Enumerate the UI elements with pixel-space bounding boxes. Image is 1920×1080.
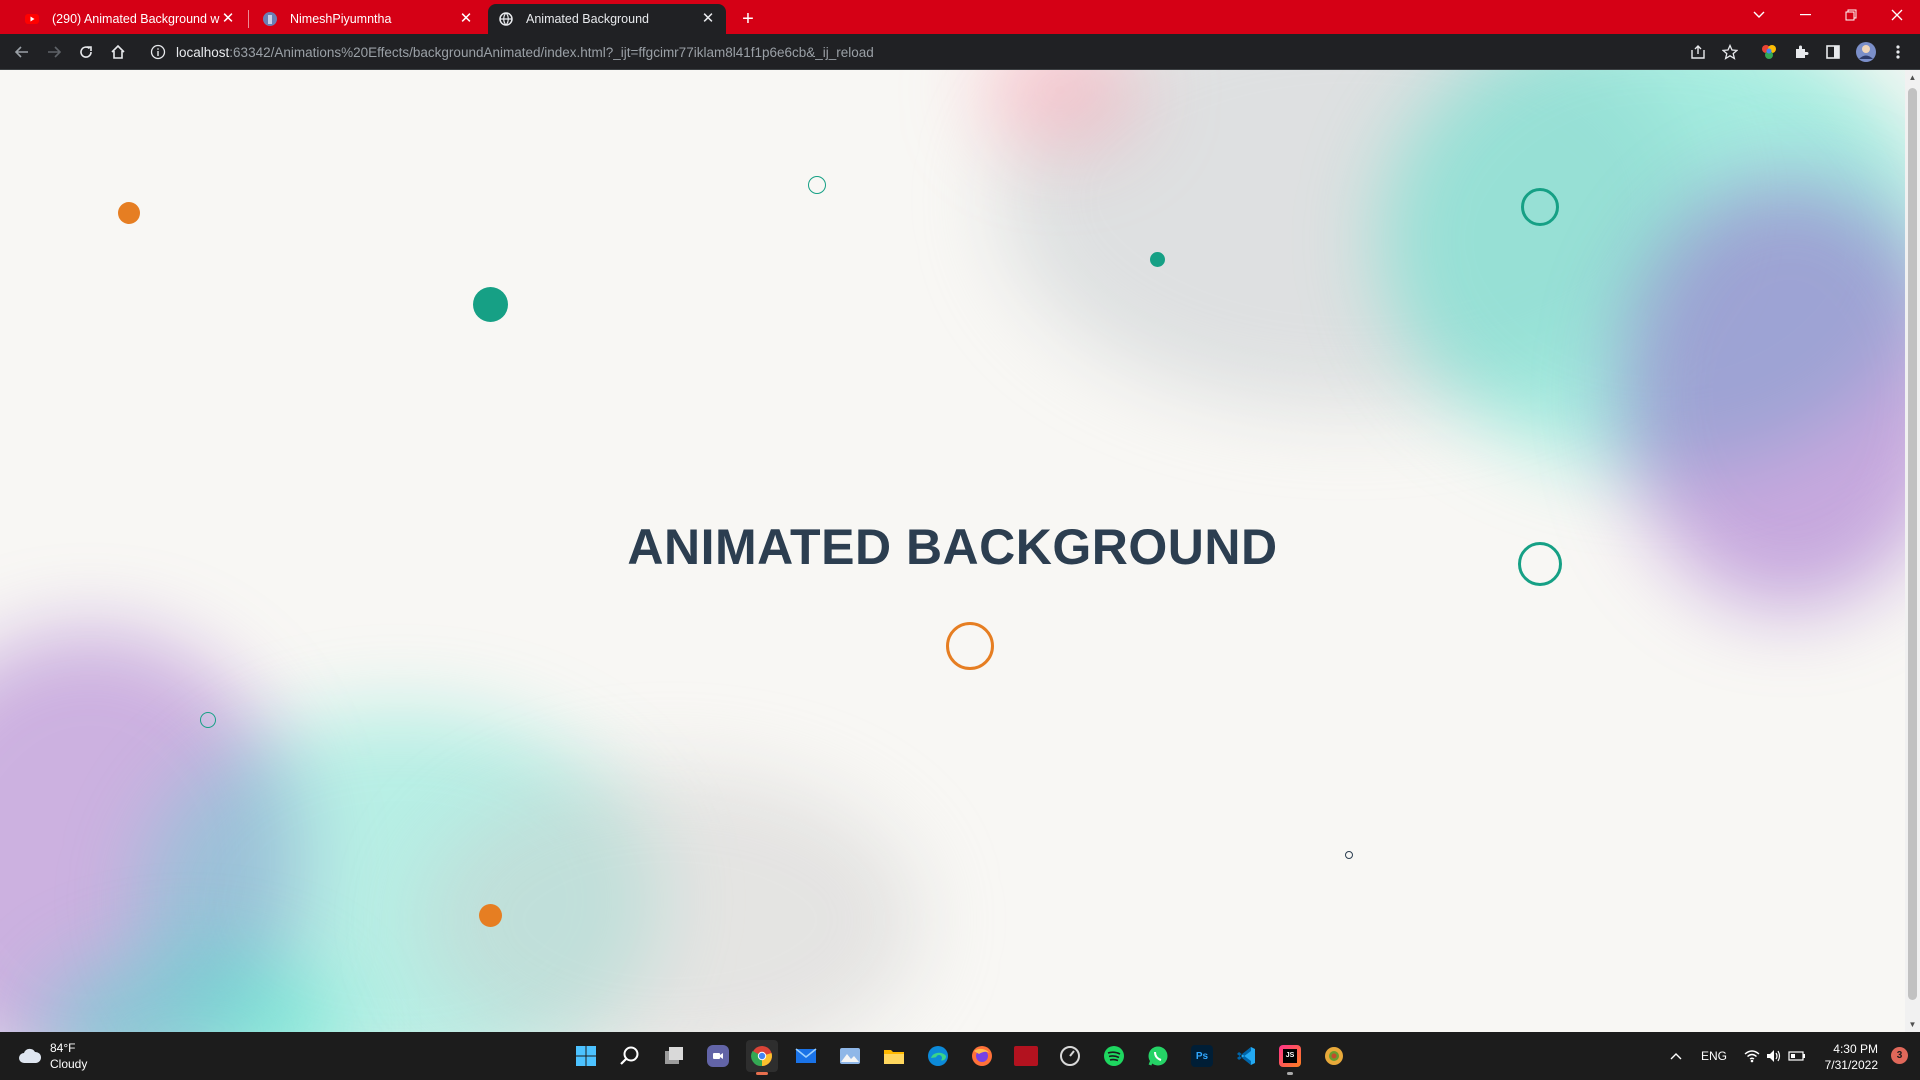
- browser-toolbar: localhost:63342/Animations%20Effects/bac…: [0, 34, 1920, 70]
- weather-temperature: 84°F: [50, 1041, 76, 1055]
- tab-strip: (290) Animated Background with ✕ NimeshP…: [0, 0, 1920, 34]
- youtube-icon: [24, 11, 40, 27]
- volume-icon: [1767, 1050, 1781, 1062]
- menu-icon[interactable]: [1889, 43, 1907, 61]
- weather-widget[interactable]: 84°F Cloudy: [18, 1040, 87, 1072]
- system-tray[interactable]: [1744, 1032, 1806, 1080]
- cloud-icon: [19, 1048, 42, 1063]
- speedtest-icon[interactable]: [1054, 1040, 1086, 1072]
- scroll-thumb[interactable]: [1908, 88, 1917, 1000]
- teams-chat-icon[interactable]: [702, 1040, 734, 1072]
- app-chrome-canary-icon[interactable]: [1318, 1040, 1350, 1072]
- webstorm-icon[interactable]: JS: [1274, 1040, 1306, 1075]
- github-icon: [262, 11, 278, 27]
- tab-title: NimeshPiyumntha: [290, 12, 392, 26]
- teal-ring: [1521, 188, 1559, 226]
- info-icon[interactable]: [150, 44, 166, 60]
- clock-date: 7/31/2022: [1824, 1058, 1878, 1072]
- globe-icon: [498, 11, 514, 27]
- teal-ring: [200, 712, 216, 728]
- orange-dot: [479, 904, 502, 927]
- tab-animated-background[interactable]: Animated Background ✕: [488, 4, 726, 34]
- share-icon[interactable]: [1689, 43, 1707, 61]
- tab-github[interactable]: NimeshPiyumntha ✕: [252, 4, 484, 34]
- weather-text: 84°F Cloudy: [50, 1040, 87, 1072]
- tab-title: (290) Animated Background with: [52, 12, 220, 26]
- active-indicator: [756, 1072, 768, 1075]
- edge-icon[interactable]: [922, 1040, 954, 1072]
- extension-colorful-icon[interactable]: [1760, 43, 1778, 61]
- extensions-puzzle-icon[interactable]: [1792, 43, 1810, 61]
- teal-dot: [473, 287, 508, 322]
- profile-avatar[interactable]: [1855, 41, 1877, 63]
- url-host: localhost: [176, 44, 230, 60]
- teal-ring: [808, 176, 826, 194]
- file-explorer-icon[interactable]: [878, 1040, 910, 1072]
- tab-youtube[interactable]: (290) Animated Background with ✕: [14, 4, 246, 34]
- scroll-down-icon[interactable]: ▼: [1905, 1017, 1920, 1032]
- wifi-icon: [1744, 1050, 1760, 1063]
- page-scrollbar[interactable]: ▲ ▼: [1905, 70, 1920, 1032]
- photos-icon[interactable]: [834, 1040, 866, 1072]
- forward-button[interactable]: [40, 39, 68, 65]
- orange-ring: [946, 622, 994, 670]
- chrome-icon[interactable]: [746, 1040, 778, 1075]
- windows-taskbar: 84°F Cloudy Ps JS ENG 4:30 PM 7/31/2022 …: [0, 1032, 1920, 1080]
- scroll-up-icon[interactable]: ▲: [1905, 70, 1920, 85]
- new-tab-button[interactable]: +: [735, 6, 761, 32]
- weather-description: Cloudy: [50, 1057, 88, 1071]
- vscode-icon[interactable]: [1230, 1040, 1262, 1072]
- spotify-icon[interactable]: [1098, 1040, 1130, 1072]
- bookmark-star-icon[interactable]: [1721, 43, 1739, 61]
- back-button[interactable]: [8, 39, 36, 65]
- photoshop-icon[interactable]: Ps: [1186, 1040, 1218, 1072]
- reload-button[interactable]: [72, 39, 100, 65]
- page-viewport: ANIMATED BACKGROUND: [0, 70, 1905, 1032]
- app-red-icon[interactable]: [1010, 1040, 1042, 1072]
- task-view-icon[interactable]: [658, 1040, 690, 1072]
- tab-title: Animated Background: [526, 12, 649, 26]
- whatsapp-icon[interactable]: [1142, 1040, 1174, 1072]
- language-indicator[interactable]: ENG: [1701, 1032, 1727, 1080]
- teal-dot: [1150, 252, 1165, 267]
- running-indicator: [1287, 1072, 1293, 1075]
- url-text: localhost:63342/Animations%20Effects/bac…: [176, 45, 874, 60]
- tab-search-icon[interactable]: [1736, 0, 1782, 30]
- close-tab-icon[interactable]: ✕: [220, 11, 236, 27]
- mail-icon[interactable]: [790, 1040, 822, 1072]
- minimize-button[interactable]: [1782, 0, 1828, 30]
- teal-ring: [1518, 542, 1562, 586]
- notification-badge[interactable]: 3: [1891, 1047, 1908, 1064]
- search-icon[interactable]: [614, 1040, 646, 1072]
- address-bar[interactable]: localhost:63342/Animations%20Effects/bac…: [140, 37, 1830, 67]
- url-path: :63342/Animations%20Effects/backgroundAn…: [229, 44, 874, 60]
- battery-icon: [1788, 1051, 1805, 1061]
- show-hidden-icons[interactable]: [1670, 1032, 1682, 1080]
- firefox-icon[interactable]: [966, 1040, 998, 1072]
- start-button[interactable]: [570, 1040, 602, 1072]
- tab-separator: [248, 10, 249, 28]
- clock[interactable]: 4:30 PM 7/31/2022: [1825, 1041, 1878, 1073]
- clock-time: 4:30 PM: [1833, 1042, 1878, 1056]
- small-ring: [1345, 851, 1353, 859]
- page-title: ANIMATED BACKGROUND: [627, 519, 1278, 575]
- restore-button[interactable]: [1828, 0, 1874, 30]
- close-tab-icon[interactable]: ✕: [458, 11, 474, 27]
- orange-dot: [118, 202, 140, 224]
- close-tab-icon[interactable]: ✕: [700, 11, 716, 27]
- close-window-button[interactable]: [1874, 0, 1920, 30]
- home-button[interactable]: [104, 39, 132, 65]
- side-panel-icon[interactable]: [1824, 43, 1842, 61]
